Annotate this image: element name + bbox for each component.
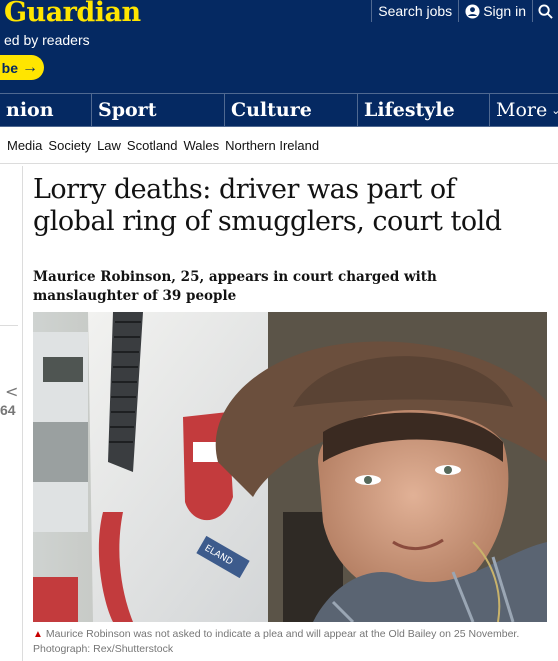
search-jobs-link[interactable]: Search jobs — [372, 3, 458, 19]
more-label: More — [496, 99, 548, 121]
image-caption: ▲ Maurice Robinson was not asked to indic… — [33, 627, 548, 656]
subnav-item-society[interactable]: Society — [48, 138, 91, 153]
arrow-right-icon: → — [22, 58, 38, 76]
article-standfirst: Maurice Robinson, 25, appears in court c… — [33, 269, 437, 304]
site-header: Guardian ed by readers be → Search jobs … — [0, 0, 558, 93]
subnav-item-northern-ireland[interactable]: Northern Ireland — [225, 138, 319, 153]
pillar-culture[interactable]: Culture — [225, 94, 358, 126]
pillar-nav: nion Sport Culture Lifestyle More ⌄ — [0, 93, 558, 127]
caption-text: Maurice Robinson was not asked to indica… — [33, 628, 520, 655]
subscribe-label: be — [1, 59, 18, 76]
divider — [0, 325, 18, 326]
caption-triangle-icon: ▲ — [33, 629, 43, 640]
sign-in-link[interactable]: Sign in — [459, 3, 532, 19]
share-count: 64 — [0, 402, 16, 418]
subnav-item-media[interactable]: Media — [7, 138, 42, 153]
tagline: ed by readers — [4, 32, 90, 48]
subscribe-button[interactable]: be → — [0, 55, 44, 80]
guardian-logo[interactable]: Guardian — [4, 0, 141, 28]
chevron-down-icon: ⌄ — [551, 103, 558, 117]
article-main-image: ELAND — [33, 312, 547, 622]
pillar-sport[interactable]: Sport — [92, 94, 225, 126]
pillar-lifestyle[interactable]: Lifestyle — [358, 94, 490, 126]
subnav-item-scotland[interactable]: Scotland — [127, 138, 178, 153]
article-headline: Lorry deaths: driver was part of global … — [33, 174, 502, 237]
pillar-opinion[interactable]: nion — [0, 94, 92, 126]
sub-nav: Media Society Law Scotland Wales Norther… — [0, 128, 558, 164]
search-icon[interactable] — [533, 3, 558, 19]
photo-illustration: ELAND — [33, 312, 547, 622]
share-icon[interactable]: < — [5, 382, 18, 401]
pillar-more[interactable]: More ⌄ — [490, 94, 558, 126]
sign-in-label: Sign in — [483, 3, 526, 19]
top-links: Search jobs Sign in — [371, 0, 558, 22]
account-icon — [465, 3, 480, 19]
subnav-item-wales[interactable]: Wales — [184, 138, 220, 153]
subnav-item-law[interactable]: Law — [97, 138, 121, 153]
